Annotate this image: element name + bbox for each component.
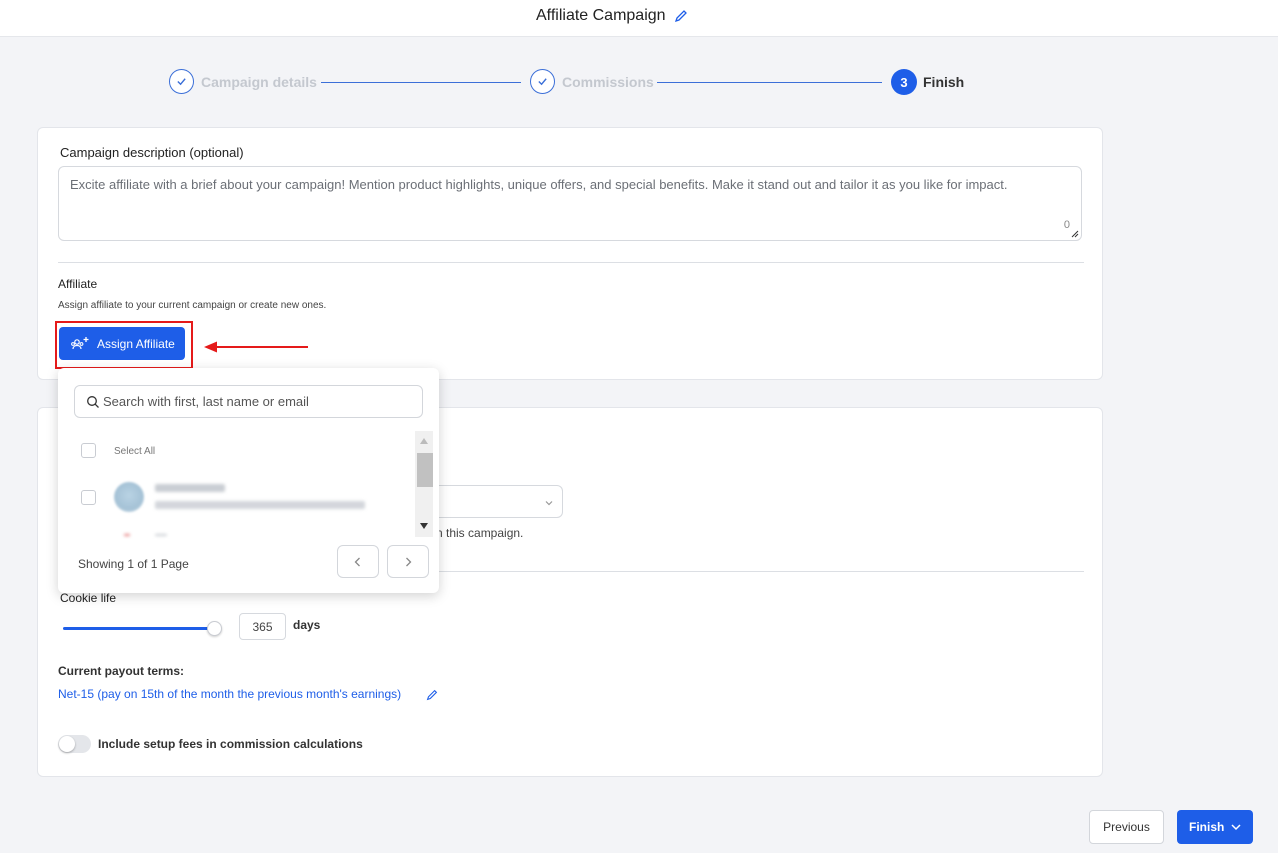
resize-handle-icon[interactable] bbox=[1070, 229, 1079, 238]
select-dropdown[interactable] bbox=[427, 485, 563, 518]
add-users-icon bbox=[71, 336, 89, 349]
affiliate-email-redacted bbox=[155, 501, 365, 509]
step-1-label[interactable]: Campaign details bbox=[201, 74, 317, 90]
pagination-status: Showing 1 of 1 Page bbox=[78, 557, 189, 571]
select-all-checkbox[interactable] bbox=[81, 443, 96, 458]
assign-affiliate-dropdown: Search with first, last name or email Se… bbox=[58, 368, 439, 593]
step-2-label[interactable]: Commissions bbox=[562, 74, 654, 90]
days-label: days bbox=[293, 618, 321, 632]
chevron-down-icon bbox=[545, 501, 553, 506]
step-3-label[interactable]: Finish bbox=[923, 74, 964, 90]
select-all-label[interactable]: Select All bbox=[114, 446, 155, 457]
page-title: Affiliate Campaign bbox=[536, 7, 666, 24]
top-bar: Affiliate Campaign bbox=[0, 0, 1278, 37]
step-1-check-icon bbox=[169, 69, 194, 94]
search-icon bbox=[87, 396, 99, 408]
chevron-down-icon bbox=[1231, 824, 1241, 831]
cookie-slider-thumb[interactable] bbox=[207, 621, 222, 636]
chevron-left-icon bbox=[354, 557, 360, 566]
finish-label: Finish bbox=[1189, 820, 1225, 834]
divider bbox=[58, 262, 1084, 263]
assign-affiliate-label: Assign Affiliate bbox=[97, 336, 175, 351]
toggle-knob bbox=[59, 736, 75, 752]
affiliate-name-redacted bbox=[155, 484, 225, 492]
next-row-partial bbox=[124, 534, 130, 536]
scrollbar-thumb[interactable] bbox=[417, 453, 433, 487]
partial-help-text: n this campaign. bbox=[436, 526, 524, 540]
step-2-check-icon bbox=[530, 69, 555, 94]
avatar bbox=[114, 482, 144, 512]
affiliate-checkbox[interactable] bbox=[81, 490, 96, 505]
description-textarea[interactable]: Excite affiliate with a brief about your… bbox=[58, 166, 1082, 241]
description-card bbox=[37, 127, 1103, 380]
cookie-slider-track[interactable] bbox=[63, 627, 215, 630]
scroll-down-icon[interactable] bbox=[420, 523, 428, 529]
affiliate-help: Assign affiliate to your current campaig… bbox=[58, 300, 327, 311]
divider bbox=[436, 571, 1084, 572]
next-page-button[interactable] bbox=[387, 545, 429, 578]
step-connector bbox=[321, 82, 521, 83]
pencil-icon[interactable] bbox=[425, 688, 439, 702]
setup-fees-label: Include setup fees in commission calcula… bbox=[98, 737, 363, 751]
scroll-up-icon[interactable] bbox=[420, 438, 428, 444]
affiliate-search-input[interactable]: Search with first, last name or email bbox=[74, 385, 423, 418]
assign-affiliate-button[interactable]: Assign Affiliate bbox=[59, 327, 185, 360]
setup-fees-toggle[interactable] bbox=[58, 735, 91, 753]
affiliate-title: Affiliate bbox=[58, 277, 98, 291]
prev-page-button[interactable] bbox=[337, 545, 379, 578]
next-row-partial bbox=[155, 534, 167, 536]
payout-terms-link[interactable]: Net-15 (pay on 15th of the month the pre… bbox=[58, 687, 401, 701]
payout-terms-label: Current payout terms: bbox=[58, 664, 185, 678]
cookie-life-label: Cookie life bbox=[60, 591, 117, 605]
description-label: Campaign description (optional) bbox=[60, 145, 244, 160]
search-placeholder: Search with first, last name or email bbox=[103, 394, 309, 409]
step-3-number: 3 bbox=[891, 69, 917, 95]
cookie-days-input[interactable]: 365 bbox=[239, 613, 286, 640]
step-connector bbox=[657, 82, 882, 83]
chevron-right-icon bbox=[406, 557, 412, 566]
pencil-icon[interactable] bbox=[673, 8, 689, 24]
previous-button[interactable]: Previous bbox=[1089, 810, 1164, 844]
red-arrow-icon bbox=[204, 341, 308, 353]
description-placeholder: Excite affiliate with a brief about your… bbox=[70, 177, 1008, 192]
finish-button[interactable]: Finish bbox=[1177, 810, 1253, 844]
